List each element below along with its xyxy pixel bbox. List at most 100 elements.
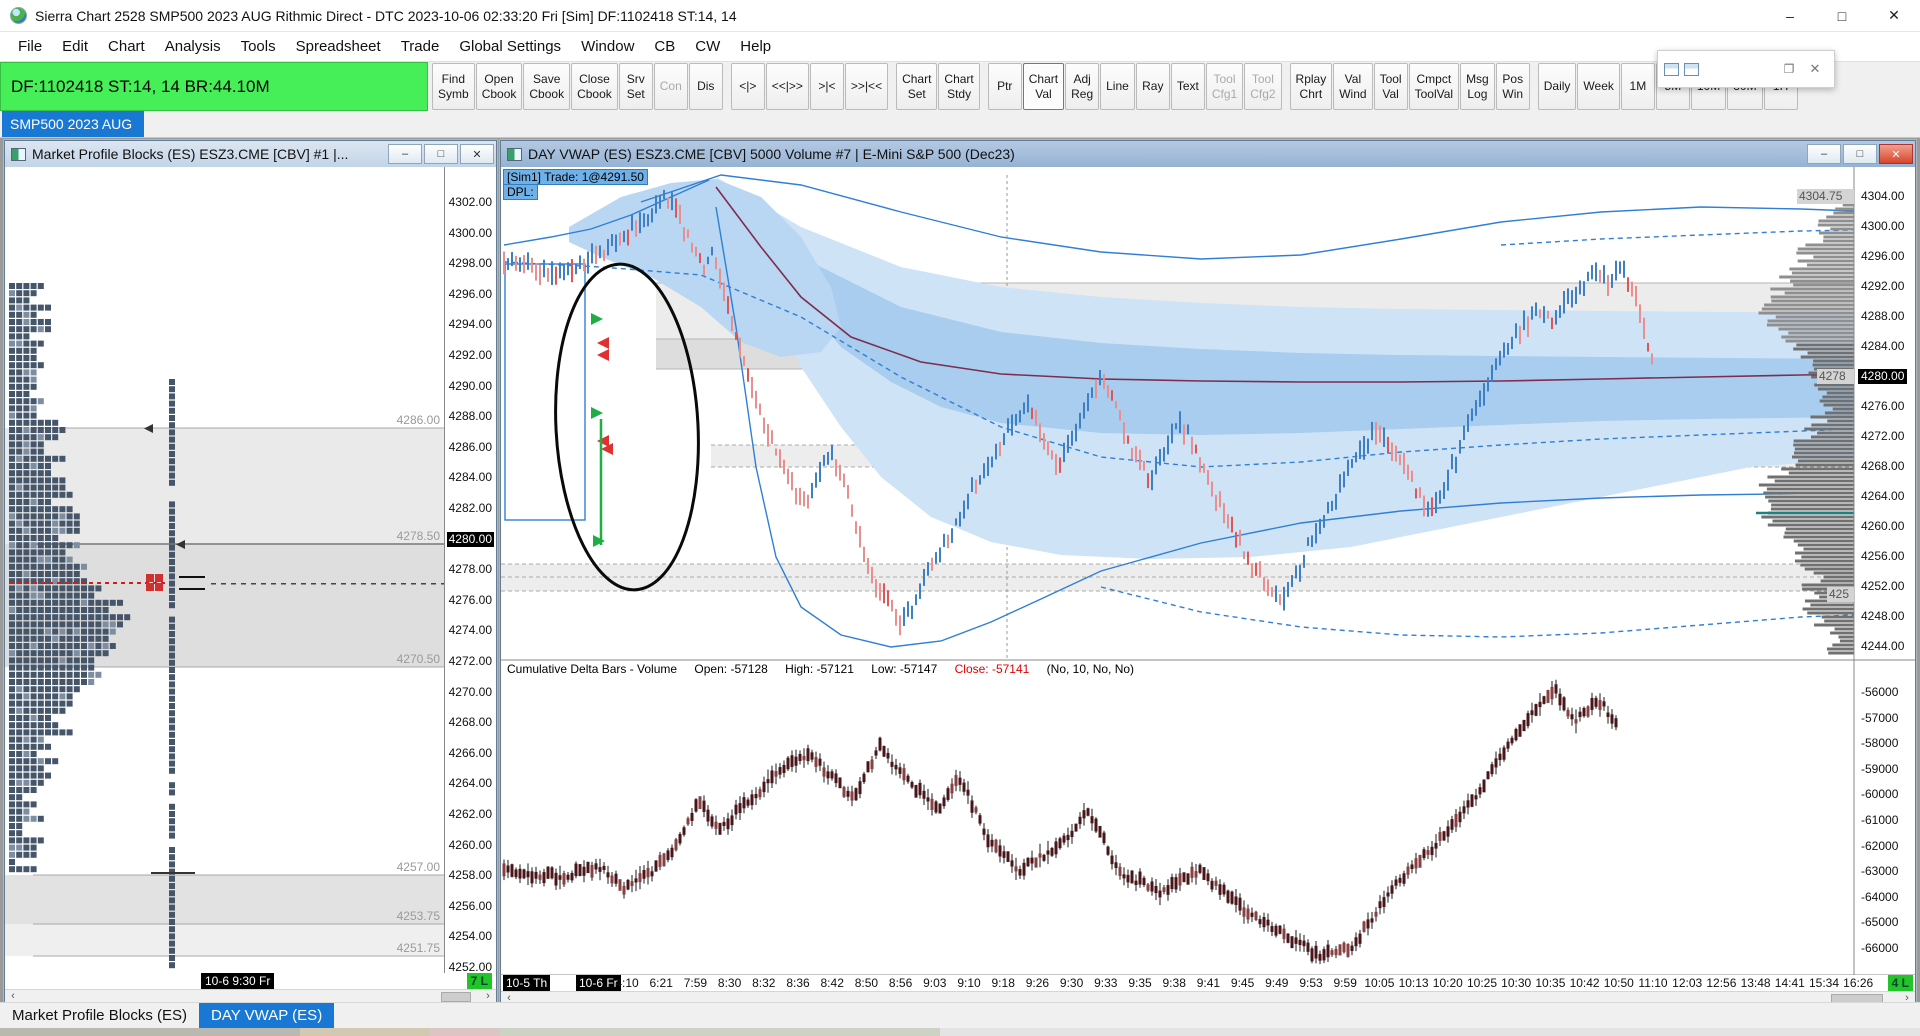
right-count-badge: 4 L bbox=[1887, 975, 1913, 991]
mdi-area: Market Profile Blocks (ES) ESZ3.CME [CBV… bbox=[0, 138, 1920, 1003]
right-price-label: 4272.00 bbox=[1861, 429, 1905, 443]
delta-axis-label: -66000 bbox=[1861, 941, 1899, 955]
toolbar-button-line[interactable]: Line bbox=[1100, 63, 1135, 110]
tab-smp500-2023-aug[interactable]: SMP500 2023 AUG bbox=[2, 111, 145, 137]
menu-analysis[interactable]: Analysis bbox=[155, 34, 231, 59]
toolbar-button-chart-val[interactable]: Chart Val bbox=[1022, 63, 1065, 110]
toolbar-button-[interactable]: <|> bbox=[730, 63, 765, 110]
time-label: 10:30 bbox=[1501, 976, 1532, 990]
market-profile-title: Market Profile Blocks (ES) ESZ3.CME [CBV… bbox=[32, 146, 349, 162]
toolbar-button-tool-cfg1[interactable]: Tool Cfg1 bbox=[1205, 63, 1244, 110]
app-icon bbox=[10, 7, 27, 24]
right-price-label: 4260.00 bbox=[1861, 519, 1905, 533]
taskbar-item-day-vwap-es-[interactable]: DAY VWAP (ES) bbox=[199, 1003, 335, 1028]
left-scrollbar[interactable]: ‹ › bbox=[5, 989, 496, 1003]
left-price-label: 4302.00 bbox=[448, 195, 492, 209]
toolbar-button-1m[interactable]: 1M bbox=[1620, 63, 1655, 110]
taskbar-item-market-profile-blocks-es-[interactable]: Market Profile Blocks (ES) bbox=[0, 1003, 199, 1028]
close-icon[interactable]: ✕ bbox=[1879, 144, 1913, 164]
toolbar-button-rplay-chrt[interactable]: Rplay Chrt bbox=[1289, 63, 1333, 110]
time-label: 12:56 bbox=[1706, 976, 1737, 990]
toolbar-button-close-cbook[interactable]: Close Cbook bbox=[571, 63, 618, 110]
maximize-icon[interactable]: □ bbox=[424, 144, 458, 164]
toolbar-button-dis[interactable]: Dis bbox=[688, 63, 723, 110]
toolbar-button-chart-stdy[interactable]: Chart Stdy bbox=[938, 63, 980, 110]
toolbar-button-ptr[interactable]: Ptr bbox=[987, 63, 1022, 110]
menu-chart[interactable]: Chart bbox=[98, 34, 155, 59]
menu-trade[interactable]: Trade bbox=[391, 34, 450, 59]
menu-tools[interactable]: Tools bbox=[231, 34, 286, 59]
close-icon[interactable]: ✕ bbox=[1868, 0, 1920, 32]
toolbar-button-msg-log[interactable]: Msg Log bbox=[1460, 63, 1495, 110]
minimize-icon[interactable]: – bbox=[1764, 0, 1816, 32]
time-label: 10:35 bbox=[1535, 976, 1566, 990]
delta-axis-label: -57000 bbox=[1861, 710, 1899, 725]
time-label: 10:20 bbox=[1432, 976, 1463, 990]
left-price-label: 4256.00 bbox=[448, 898, 492, 913]
delta-axis-label: -65000 bbox=[1861, 915, 1899, 930]
toolbar-button-val-wind[interactable]: Val Wind bbox=[1333, 63, 1373, 110]
profile-level-label: 4253.75 bbox=[396, 909, 440, 923]
toolbar-button-save-cbook[interactable]: Save Cbook bbox=[523, 63, 571, 110]
menu-edit[interactable]: Edit bbox=[52, 34, 98, 59]
menu-file[interactable]: File bbox=[8, 34, 52, 59]
menu-help[interactable]: Help bbox=[730, 34, 781, 59]
toolbar-button-tool-cfg2[interactable]: Tool Cfg2 bbox=[1244, 63, 1282, 110]
toolbar-button-find-symb[interactable]: Find Symb bbox=[432, 63, 475, 110]
left-price-label: 4300.00 bbox=[448, 225, 492, 240]
market-profile-plot[interactable]: 4286.00 4278.50 4270.50 4257.00 4253.75 4251.… bbox=[5, 167, 444, 973]
toolbar-button-week[interactable]: Week bbox=[1577, 63, 1620, 110]
toolbar-button-adj-reg[interactable]: Adj Reg bbox=[1065, 63, 1100, 110]
profile-level-label: 4251.75 bbox=[396, 941, 440, 955]
toolbar-button-daily[interactable]: Daily bbox=[1537, 63, 1577, 110]
toolbar-button-text[interactable]: Text bbox=[1170, 63, 1205, 110]
maximize-icon[interactable]: □ bbox=[1843, 144, 1877, 164]
menu-cb[interactable]: CB bbox=[644, 34, 685, 59]
toolbar-button-con[interactable]: Con bbox=[653, 63, 688, 110]
left-price-label: 4282.00 bbox=[448, 501, 492, 515]
delta-open: Open: -57128 bbox=[694, 662, 768, 676]
toolbar-button-[interactable]: >|< bbox=[809, 63, 844, 110]
close-icon[interactable]: ✕ bbox=[1802, 61, 1828, 77]
time-label: 9:49 bbox=[1265, 976, 1289, 990]
menu-spreadsheet[interactable]: Spreadsheet bbox=[286, 34, 391, 59]
toolbar-button-[interactable]: >>|<< bbox=[844, 63, 889, 110]
minimize-icon[interactable]: – bbox=[388, 144, 422, 164]
toolbar-button-pos-win[interactable]: Pos Win bbox=[1495, 63, 1530, 110]
delta-low: Low: -57147 bbox=[871, 662, 938, 676]
menu-window[interactable]: Window bbox=[571, 34, 644, 59]
sierra-chart-app: Sierra Chart 2528 SMP500 2023 AUG Rithmi… bbox=[0, 0, 1920, 1036]
close-icon[interactable]: ✕ bbox=[460, 144, 494, 164]
day-vwap-titlebar[interactable]: DAY VWAP (ES) ESZ3.CME [CBV] 5000 Volume… bbox=[501, 141, 1915, 167]
time-label: 9:53 bbox=[1299, 976, 1323, 990]
time-label: 9:41 bbox=[1196, 976, 1221, 990]
toolbar-button-tool-val[interactable]: Tool Val bbox=[1373, 63, 1408, 110]
left-time-label: 10-6 9:30 Fr bbox=[201, 973, 275, 989]
toolbar-button-chart-set[interactable]: Chart Set bbox=[896, 63, 938, 110]
toolbar-button-open-cbook[interactable]: Open Cbook bbox=[475, 63, 523, 110]
delta-high: High: -57121 bbox=[785, 662, 854, 676]
left-price-label: 4286.00 bbox=[448, 439, 492, 454]
market-profile-titlebar[interactable]: Market Profile Blocks (ES) ESZ3.CME [CBV… bbox=[5, 141, 496, 167]
time-label: 9:18 bbox=[991, 976, 1015, 990]
floating-thumbnail-popup[interactable]: ❐ ✕ bbox=[1657, 50, 1835, 88]
maximize-icon[interactable]: □ bbox=[1816, 0, 1868, 32]
left-price-label: 4280.00 bbox=[446, 531, 494, 547]
right-price-label: 4252.00 bbox=[1861, 579, 1905, 593]
toolbar-button-ray[interactable]: Ray bbox=[1135, 63, 1170, 110]
left-price-label: 4298.00 bbox=[448, 256, 492, 271]
time-label: 16:26 bbox=[1843, 976, 1874, 990]
menu-cw[interactable]: CW bbox=[685, 34, 730, 59]
left-price-scale[interactable]: 4302.00 4300.00 4298.00 4296.00 4294.00 4292.… bbox=[444, 167, 496, 974]
toolbar-button-srv-set[interactable]: Srv Set bbox=[618, 63, 653, 110]
left-price-label: 4284.00 bbox=[448, 470, 492, 485]
time-label: 8:50 bbox=[854, 976, 879, 990]
restore-icon[interactable]: ❐ bbox=[1776, 62, 1802, 76]
minimize-icon[interactable]: – bbox=[1807, 144, 1841, 164]
desktop-strip-segment bbox=[0, 1028, 300, 1036]
toolbar-button-[interactable]: <<|>> bbox=[765, 63, 809, 110]
day-vwap-chart[interactable]: [Sim1] Trade: 1@4291.50 DPL: 4304.00 4300… bbox=[501, 167, 1915, 1003]
menu-global-settings[interactable]: Global Settings bbox=[449, 34, 571, 59]
scroll-thumb[interactable] bbox=[441, 992, 471, 1002]
toolbar-button-cmpct-toolval[interactable]: Cmpct ToolVal bbox=[1408, 63, 1460, 110]
